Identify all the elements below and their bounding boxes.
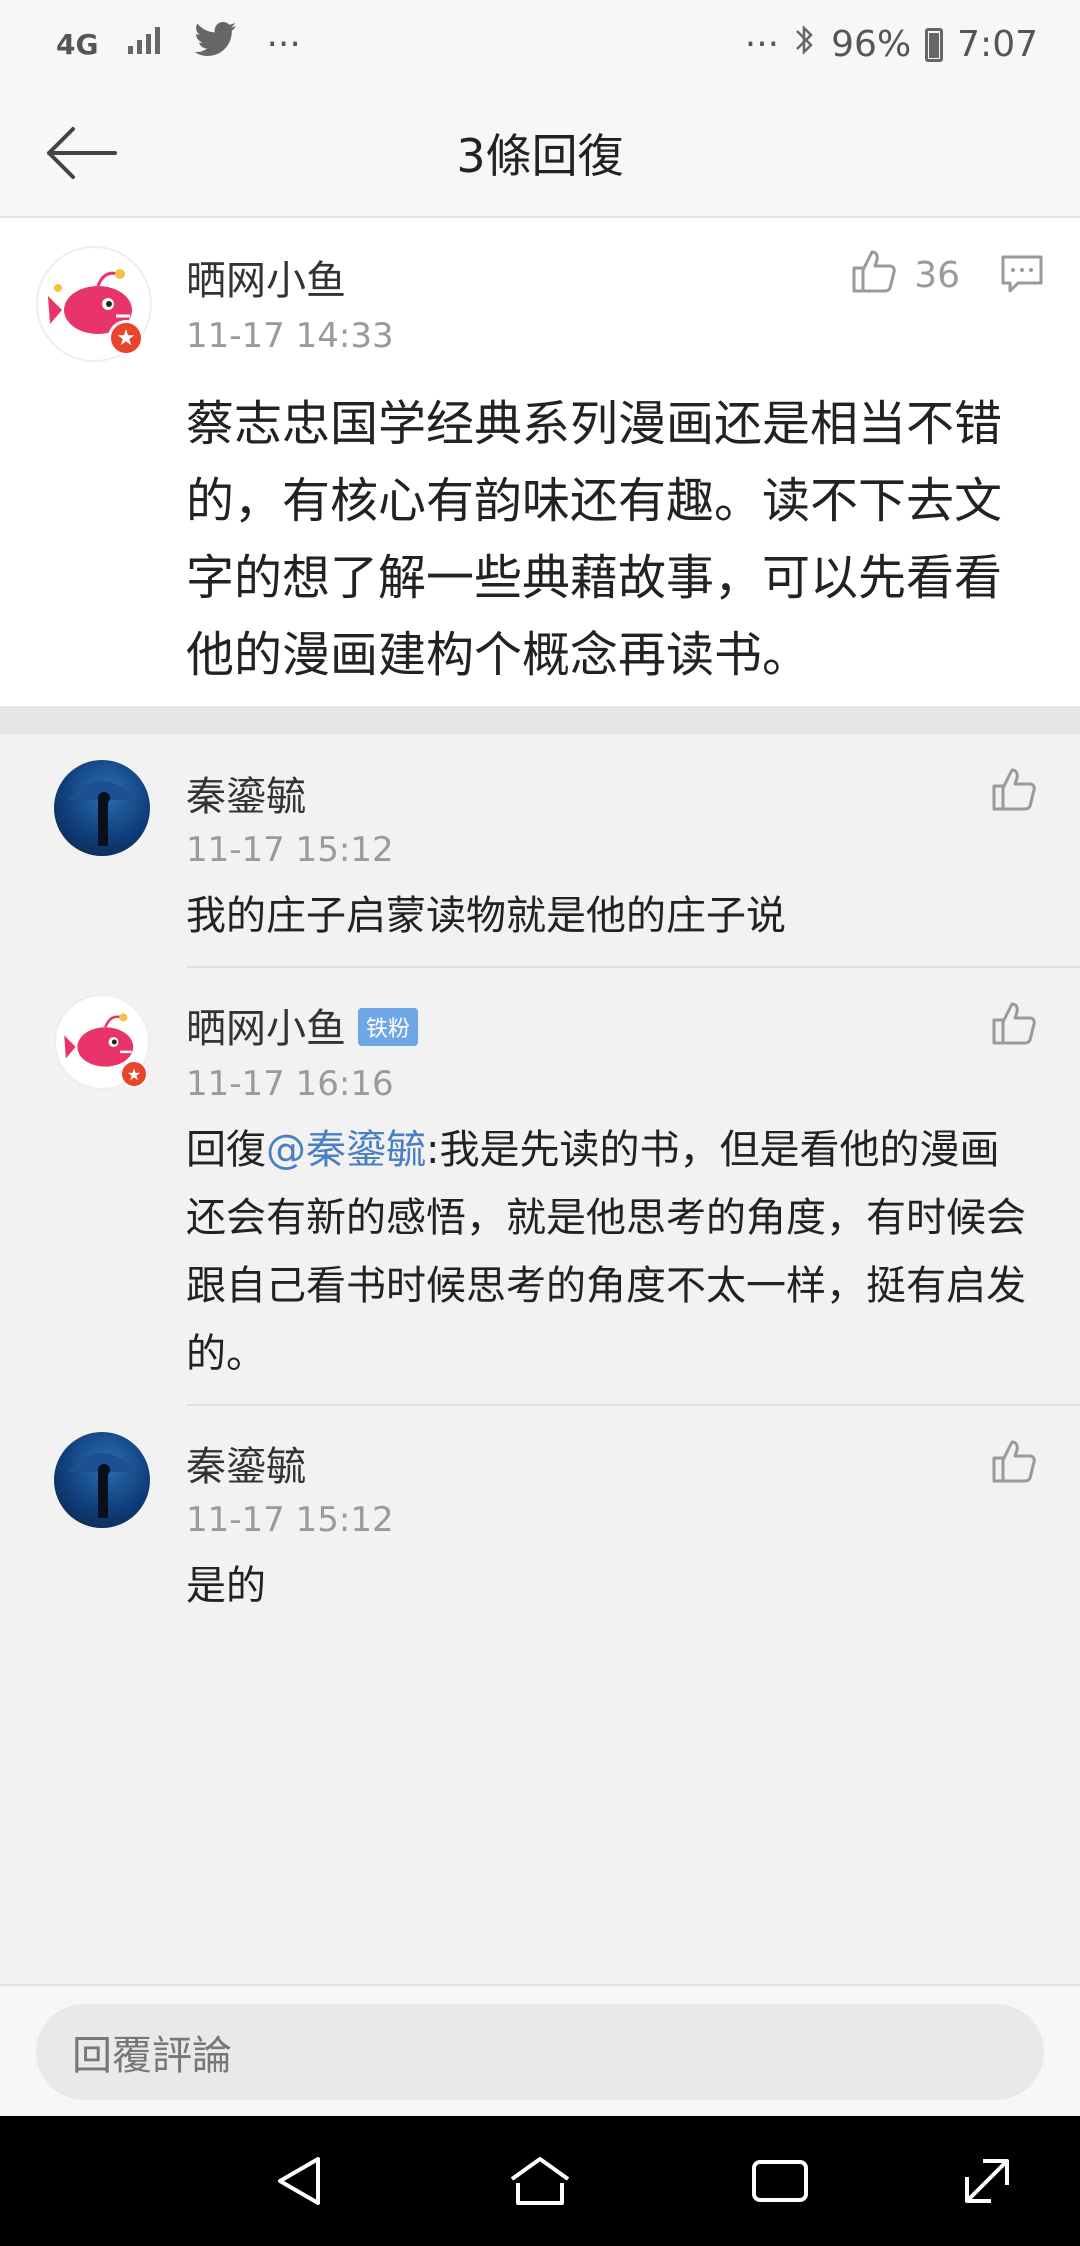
reply-item: 秦鎏毓 11-17 15:12 是的 (0, 1406, 1080, 1626)
umbrella-photo-icon (68, 781, 136, 846)
comment-text: 蔡志忠国学经典系列漫画还是相当不错的，有核心有韵味还有趣。读不下去文字的想了解一… (186, 396, 1003, 683)
like-button[interactable] (990, 766, 1038, 816)
verified-star-icon: ★ (120, 1060, 148, 1088)
like-button[interactable]: 36 (850, 248, 960, 303)
section-divider (0, 706, 1080, 734)
twitter-icon (194, 22, 238, 67)
status-bar: 4G ··· ··· 96% 7:07 (0, 0, 1080, 90)
avatar[interactable] (54, 1432, 150, 1528)
like-button[interactable] (990, 1438, 1038, 1488)
system-back-button[interactable] (265, 2146, 335, 2216)
thumbs-up-icon (992, 1002, 1036, 1045)
clock: 7:07 (957, 24, 1038, 65)
home-icon (510, 2157, 570, 2205)
comment-icon[interactable] (1000, 254, 1044, 298)
signal-icon (126, 24, 166, 65)
thumbs-up-icon (992, 1440, 1036, 1483)
reply-item: 秦鎏毓 11-17 15:12 我的庄子启蒙读物就是他的庄子说 (0, 734, 1080, 968)
username[interactable]: 秦鎏毓 (186, 764, 306, 822)
page-title: 3條回復 (456, 129, 624, 183)
fan-badge: 铁粉 (358, 1008, 419, 1046)
timestamp: 11-17 14:33 (186, 316, 394, 356)
reply-input[interactable]: 回覆評論 (36, 2004, 1044, 2100)
timestamp: 11-17 16:16 (186, 1064, 394, 1104)
system-recents-button[interactable] (745, 2146, 815, 2216)
timestamp: 11-17 15:12 (186, 830, 394, 870)
system-navigation-bar (0, 2116, 1080, 2246)
username-row: 晒网小鱼 铁粉 (186, 996, 419, 1054)
reply-composer: 回覆評論 (0, 1984, 1080, 2116)
like-button[interactable] (990, 1000, 1038, 1050)
thumbs-up-icon (850, 248, 898, 303)
mention-link[interactable]: @秦鎏毓 (266, 1127, 426, 1173)
more-indicator: ··· (744, 24, 780, 65)
status-bar-left: 4G ··· (56, 22, 301, 67)
comment-text: 回復@秦鎏毓:我是先读的书，但是看他的漫画还会有新的感悟，就是他思考的角度，有时… (186, 1116, 1036, 1388)
avatar[interactable] (54, 760, 150, 856)
more-notifications-indicator: ··· (266, 24, 301, 65)
status-bar-right: ··· 96% 7:07 (745, 22, 1038, 67)
comment-text: 是的 (186, 1563, 266, 1609)
username[interactable]: 晒网小鱼 (186, 1006, 346, 1052)
recents-icon (752, 2160, 808, 2202)
umbrella-photo-icon (68, 1453, 136, 1518)
main-comment: ★ 晒网小鱼 11-17 14:33 36 蔡志忠国学经典系列漫画还是相当不错的… (0, 218, 1080, 706)
expand-icon (965, 2159, 1009, 2203)
battery-level: 96% (831, 24, 912, 65)
comment-text: 我的庄子启蒙读物就是他的庄子说 (186, 893, 786, 939)
network-indicator: 4G (56, 27, 99, 61)
reply-item: ★ 晒网小鱼 铁粉 11-17 16:16 回復@秦鎏毓:我是先读的书，但是看他的… (0, 968, 1080, 1406)
system-home-button[interactable] (505, 2146, 575, 2216)
timestamp: 11-17 15:12 (186, 1500, 394, 1540)
verified-star-icon: ★ (108, 320, 144, 356)
thumbs-up-icon (992, 768, 1036, 811)
battery-icon (925, 27, 944, 62)
username[interactable]: 秦鎏毓 (186, 1434, 306, 1492)
system-expand-button[interactable] (952, 2146, 1022, 2216)
triangle-back-icon (278, 2157, 320, 2205)
like-count: 36 (914, 255, 960, 296)
nav-bar: 3條回復 (0, 90, 1080, 218)
reply-prefix: 回復 (186, 1127, 266, 1173)
bluetooth-icon (793, 22, 817, 67)
username[interactable]: 晒网小鱼 (186, 248, 346, 306)
